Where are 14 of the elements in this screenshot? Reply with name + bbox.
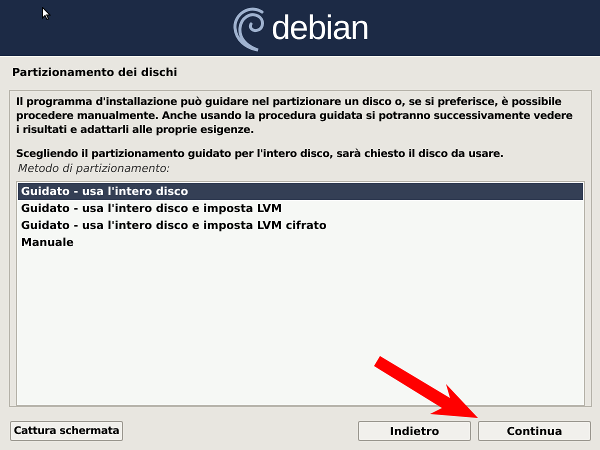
list-option[interactable]: Guidato - usa l'intero disco e imposta LVM: [18, 200, 583, 217]
list-option[interactable]: Guidato - usa l'intero disco e imposta LVM cifrato: [18, 217, 583, 234]
page-title: Partizionamento dei dischi: [12, 65, 178, 81]
options-list[interactable]: Guidato - usa l'intero disco Guidato - usa l'intero disco e imposta LVM Guidato - usa l'intero disco e imposta LVM cifrato Manuale: [16, 181, 585, 406]
continue-button[interactable]: Continua: [478, 421, 591, 441]
list-label: Metodo di partizionamento:: [18, 162, 172, 176]
description-text: Scegliendo il partizionamento guidato per l'intero disco, sarà chiesto il disco da usare.: [16, 147, 505, 161]
list-option[interactable]: Guidato - usa l'intero disco: [18, 183, 583, 200]
mouse-pointer-icon: [42, 7, 51, 20]
back-button[interactable]: Indietro: [358, 421, 471, 441]
screenshot-button[interactable]: Cattura schermata: [10, 421, 123, 441]
description-text: Il programma d'installazione può guidare nel partizionare un disco o, se si preferisce, è possibile procedere manualmente. Anche usando la procedura guidata si potranno successivamente vedere i risultati e adattarli alle proprie esigenze.: [16, 95, 574, 137]
list-option[interactable]: Manuale: [18, 234, 583, 251]
logo-text: debian: [272, 11, 368, 45]
